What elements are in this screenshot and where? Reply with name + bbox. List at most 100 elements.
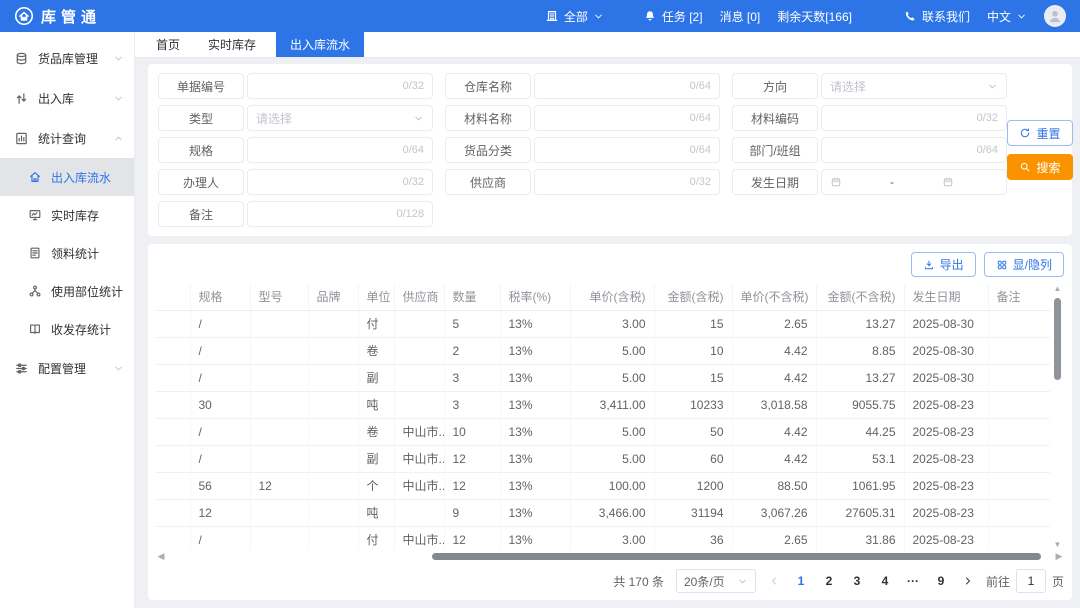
tab-2[interactable]: 出入库流水	[276, 32, 364, 57]
field-label: 供应商	[445, 169, 531, 195]
scroll-right-arrow-icon[interactable]: ▶	[1054, 551, 1064, 562]
scroll-left-arrow-icon[interactable]: ◀	[156, 551, 166, 562]
goto-page-input[interactable]	[1016, 569, 1046, 593]
horizontal-scroll-thumb[interactable]	[432, 553, 1040, 560]
table-cell-0-7: 13%	[500, 310, 570, 337]
page-button-3[interactable]: 3	[850, 574, 864, 588]
table-cell-3-5	[394, 391, 444, 418]
sidebar-subitem-2-2[interactable]: 领料统计	[0, 234, 134, 272]
export-button[interactable]: 导出	[911, 252, 976, 277]
table-cell-7-5	[394, 499, 444, 526]
table-cell-0-10: 2.65	[732, 310, 816, 337]
table-cell-0-13	[988, 310, 1050, 337]
form-field-0-1: 类型请选择	[158, 105, 433, 131]
text-input[interactable]: 0/64	[821, 137, 1007, 163]
sidebar-subitem-2-1[interactable]: 实时库存	[0, 196, 134, 234]
table-row[interactable]: /副中山市...1213%5.00604.4253.12025-08-23	[156, 445, 1050, 472]
logo-home-icon	[14, 6, 34, 26]
search-icon	[1019, 161, 1031, 173]
text-input[interactable]: 0/64	[247, 137, 433, 163]
chevron-down-icon	[987, 81, 998, 92]
page-button-1[interactable]: 1	[794, 574, 808, 588]
horizontal-scrollbar[interactable]: ◀ ▶	[156, 551, 1064, 562]
sidebar-item-0[interactable]: 货品库管理	[0, 38, 134, 78]
table-cell-6-9: 1200	[654, 472, 732, 499]
sidebar-item-3[interactable]: 配置管理	[0, 348, 134, 388]
show-hide-columns-button[interactable]: 显/隐列	[984, 252, 1064, 277]
search-button[interactable]: 搜索	[1007, 154, 1073, 180]
sidebar-subitem-2-4[interactable]: 收发存统计	[0, 310, 134, 348]
sidebar-item-1[interactable]: 出入库	[0, 78, 134, 118]
contact-link[interactable]: 联系我们	[903, 8, 970, 25]
select-input[interactable]: 请选择	[821, 73, 1007, 99]
vertical-scroll-thumb[interactable]	[1054, 298, 1061, 380]
tab-1[interactable]: 实时库存	[200, 32, 264, 57]
goods-db-icon	[14, 51, 29, 66]
goto-label: 前往	[986, 573, 1010, 590]
table-cell-3-13	[988, 391, 1050, 418]
in-out-icon	[14, 91, 29, 106]
text-input[interactable]: 0/64	[534, 137, 720, 163]
chevron-down-icon	[737, 576, 748, 587]
prev-page-button[interactable]	[768, 575, 780, 587]
next-page-button[interactable]	[962, 575, 974, 587]
text-input[interactable]: 0/32	[821, 105, 1007, 131]
sidebar-subitem-2-3[interactable]: 使用部位统计	[0, 272, 134, 310]
column-header-6: 数量	[444, 284, 500, 310]
text-input[interactable]: 0/32	[247, 169, 433, 195]
table-cell-4-5: 中山市...	[394, 418, 444, 445]
tab-0[interactable]: 首页	[148, 32, 188, 57]
page-size-select[interactable]: 20条/页	[676, 569, 756, 593]
messages-link[interactable]: 消息 [0]	[720, 8, 761, 25]
column-header-5: 供应商	[394, 284, 444, 310]
table-row[interactable]: 5612个中山市...1213%100.00120088.501061.9520…	[156, 472, 1050, 499]
page-button-2[interactable]: 2	[822, 574, 836, 588]
field-label: 类型	[158, 105, 244, 131]
table-row[interactable]: /卷中山市...1013%5.00504.4244.252025-08-23	[156, 418, 1050, 445]
text-input[interactable]: 0/128	[247, 201, 433, 227]
table-cell-4-0	[156, 418, 190, 445]
select-input[interactable]: 请选择	[247, 105, 433, 131]
text-input[interactable]: 0/64	[534, 73, 720, 99]
table-cell-8-2	[250, 526, 308, 550]
table-cell-1-11: 8.85	[816, 337, 904, 364]
table-cell-6-1: 56	[190, 472, 250, 499]
text-input[interactable]: 0/32	[247, 73, 433, 99]
text-input[interactable]: 0/64	[534, 105, 720, 131]
table-cell-8-1: /	[190, 526, 250, 550]
form-field-1-3: 供应商0/32	[445, 169, 720, 195]
vertical-scrollbar[interactable]: ▲ ▼	[1051, 284, 1064, 550]
table-cell-1-13	[988, 337, 1050, 364]
column-header-12: 发生日期	[904, 284, 988, 310]
table-row[interactable]: /付513%3.00152.6513.272025-08-30	[156, 310, 1050, 337]
reset-button[interactable]: 重置	[1007, 120, 1073, 146]
text-input[interactable]: 0/32	[534, 169, 720, 195]
scroll-down-arrow-icon[interactable]: ▼	[1054, 540, 1062, 550]
bell-icon	[643, 9, 657, 23]
user-avatar[interactable]	[1044, 5, 1066, 27]
table-row[interactable]: /卷213%5.00104.428.852025-08-30	[156, 337, 1050, 364]
scroll-up-arrow-icon[interactable]: ▲	[1054, 284, 1062, 294]
scope-selector[interactable]: 全部	[545, 8, 604, 25]
form-field-1-2: 货品分类0/64	[445, 137, 720, 163]
sidebar-item-2[interactable]: 统计查询	[0, 118, 134, 158]
chevron-down-icon	[113, 93, 124, 104]
table-row[interactable]: /副313%5.00154.4213.272025-08-30	[156, 364, 1050, 391]
sidebar-subitem-2-0[interactable]: 出入库流水	[0, 158, 134, 196]
table-row[interactable]: 30吨313%3,411.00102333,018.589055.752025-…	[156, 391, 1050, 418]
table-cell-6-0	[156, 472, 190, 499]
column-header-3: 品牌	[308, 284, 358, 310]
page-button-9[interactable]: 9	[934, 574, 948, 588]
form-field-0-4: 备注0/128	[158, 201, 433, 227]
language-selector[interactable]: 中文	[987, 8, 1027, 25]
table-cell-0-8: 3.00	[570, 310, 654, 337]
tasks-link[interactable]: 任务 [2]	[643, 8, 703, 25]
table-cell-3-0	[156, 391, 190, 418]
page-ellipsis[interactable]: ···	[906, 574, 920, 588]
table-row[interactable]: 12吨913%3,466.00311943,067.2627605.312025…	[156, 499, 1050, 526]
table-cell-1-4: 卷	[358, 337, 394, 364]
table-row[interactable]: /付中山市...1213%3.00362.6531.862025-08-23	[156, 526, 1050, 550]
date-range-input[interactable]: -	[821, 169, 1007, 195]
pagination: 共 170 条 20条/页 1234···9 前往 页	[156, 562, 1064, 594]
page-button-4[interactable]: 4	[878, 574, 892, 588]
